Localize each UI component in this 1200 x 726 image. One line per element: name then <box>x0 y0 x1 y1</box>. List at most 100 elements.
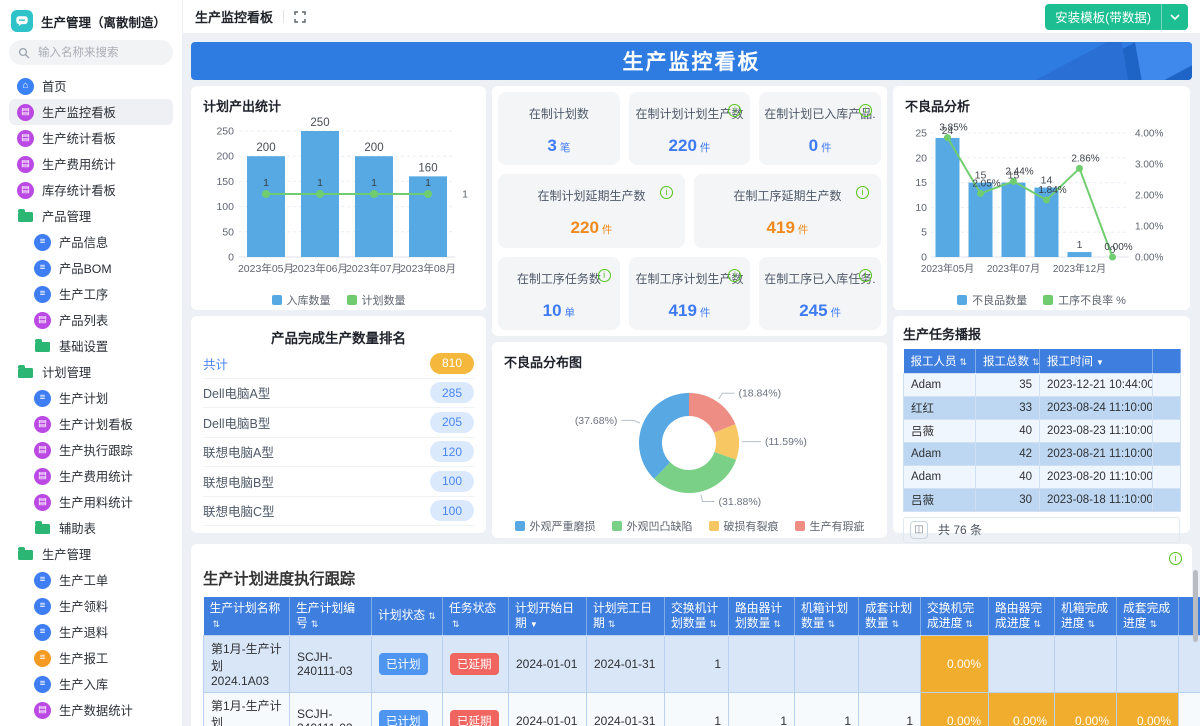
sidebar-item-21[interactable]: ≡生产退料 <box>9 619 173 645</box>
legend-swatch <box>347 295 357 305</box>
board-icon: ▤ <box>34 702 51 719</box>
sidebar-item-12[interactable]: ≡生产计划 <box>9 385 173 411</box>
sidebar-item-label: 生产执行跟踪 <box>59 441 133 459</box>
task-column-header-2[interactable]: 报工时间▼ <box>1040 349 1153 373</box>
svg-text:(11.59%): (11.59%) <box>765 436 807 448</box>
sidebar-item-4[interactable]: ▤库存统计看板 <box>9 177 173 203</box>
legend-label: 生产有瑕疵 <box>810 518 865 534</box>
tracking-header-row: 生产计划名称⇅生产计划编号⇅计划状态⇅任务状态⇅计划开始日期▼计划完工日期⇅交换… <box>204 597 1200 635</box>
sidebar-item-17[interactable]: 辅助表 <box>9 515 173 541</box>
tracking-column-header-5[interactable]: 计划完工日期⇅ <box>587 597 665 635</box>
doc-orange-icon: ≡ <box>34 650 51 667</box>
task-cell: 35 <box>976 373 1040 396</box>
sidebar-item-1[interactable]: ▤生产监控看板 <box>9 99 173 125</box>
task-cell: 40 <box>976 419 1040 442</box>
svg-text:250: 250 <box>216 126 234 138</box>
info-icon[interactable]: i <box>598 269 611 282</box>
tracking-column-header-4[interactable]: 计划开始日期▼ <box>509 597 587 635</box>
info-icon[interactable]: i <box>1169 552 1182 565</box>
tracking-column-header-0[interactable]: 生产计划名称⇅ <box>204 597 290 635</box>
info-icon[interactable]: i <box>856 186 869 199</box>
sidebar-item-label: 产品BOM <box>59 259 112 277</box>
sort-icon[interactable]: ⇅ <box>960 357 968 367</box>
defect-donut-chart: (18.84%)(11.59%)(31.88%)(37.68%) <box>504 373 875 513</box>
info-icon[interactable]: i <box>660 186 673 199</box>
sort-icon[interactable]: ⇅ <box>1033 619 1041 629</box>
tracking-column-header-10[interactable]: 交换机完成进度⇅ <box>921 597 989 635</box>
sort-icon[interactable]: ⇅ <box>709 619 717 629</box>
sidebar-item-23[interactable]: ≡生产入库 <box>9 671 173 697</box>
sidebar-item-label: 生产用料统计 <box>59 493 133 511</box>
sort-icon[interactable]: ⇅ <box>1088 619 1096 629</box>
sidebar-item-2[interactable]: ▤生产统计看板 <box>9 125 173 151</box>
tracking-column-header-8[interactable]: 机箱计划数量⇅ <box>795 597 859 635</box>
sidebar-item-5[interactable]: 产品管理 <box>9 203 173 229</box>
sort-icon[interactable]: ⇅ <box>311 619 319 629</box>
sidebar-item-15[interactable]: ▤生产费用统计 <box>9 463 173 489</box>
legend-swatch <box>515 521 525 531</box>
sidebar-item-22[interactable]: ≡生产报工 <box>9 645 173 671</box>
info-icon[interactable]: i <box>728 269 741 282</box>
svg-text:2023年08月: 2023年08月 <box>400 262 456 275</box>
tracking-column-header-13[interactable]: 成套完成进度⇅ <box>1117 597 1179 635</box>
sidebar-item-0[interactable]: ⌂首页 <box>9 73 173 99</box>
tracking-column-header-11[interactable]: 路由器完成进度⇅ <box>989 597 1055 635</box>
sidebar-item-18[interactable]: 生产管理 <box>9 541 173 567</box>
legend-item: 工序不良率 % <box>1043 292 1126 308</box>
tracking-column-header-6[interactable]: 交换机计划数量⇅ <box>665 597 729 635</box>
sort-icon[interactable]: ⇅ <box>428 611 436 621</box>
tracking-column-header-2[interactable]: 计划状态⇅ <box>372 597 443 635</box>
sort-icon[interactable]: ⇅ <box>213 619 221 629</box>
pagination-icon[interactable]: ◫ <box>910 521 928 539</box>
tracking-column-header-1[interactable]: 生产计划编号⇅ <box>290 597 372 635</box>
sort-desc-icon[interactable]: ▼ <box>1096 358 1104 367</box>
sidebar-item-10[interactable]: 基础设置 <box>9 333 173 359</box>
sort-icon[interactable]: ⇅ <box>1150 619 1158 629</box>
legend-label: 破损有裂痕 <box>724 518 779 534</box>
sidebar-item-16[interactable]: ▤生产用料统计 <box>9 489 173 515</box>
sidebar-item-19[interactable]: ≡生产工单 <box>9 567 173 593</box>
svg-text:0.00%: 0.00% <box>1135 253 1163 264</box>
ranking-label: 共计 <box>203 354 228 373</box>
task-cell: 2023-12-21 10:44:00 <box>1040 373 1153 396</box>
task-column-header-1[interactable]: 报工总数⇅ <box>976 349 1040 373</box>
sidebar-item-8[interactable]: ≡生产工序 <box>9 281 173 307</box>
sidebar-item-11[interactable]: 计划管理 <box>9 359 173 385</box>
sidebar-item-6[interactable]: ≡产品信息 <box>9 229 173 255</box>
sidebar-item-3[interactable]: ▤生产费用统计 <box>9 151 173 177</box>
task-cell: 吕薇 <box>904 419 976 442</box>
svg-text:0: 0 <box>921 252 927 264</box>
sort-icon[interactable]: ⇅ <box>892 619 900 629</box>
sort-icon[interactable]: ⇅ <box>1032 357 1040 367</box>
chevron-down-icon[interactable] <box>1162 13 1188 21</box>
task-column-header-0[interactable]: 报工人员⇅ <box>904 349 976 373</box>
tracking-column-header-9[interactable]: 成套计划数量⇅ <box>859 597 921 635</box>
stat-card-value: 245件 <box>799 301 841 321</box>
sidebar-item-14[interactable]: ▤生产执行跟踪 <box>9 437 173 463</box>
scrollbar-thumb[interactable] <box>1193 570 1198 642</box>
sort-icon[interactable]: ⇅ <box>828 619 836 629</box>
sidebar-item-13[interactable]: ▤生产计划看板 <box>9 411 173 437</box>
task-cell: 2023-08-24 11:10:00 <box>1040 396 1153 419</box>
sort-icon[interactable]: ⇅ <box>965 619 973 629</box>
svg-text:1: 1 <box>263 177 269 189</box>
sort-icon[interactable]: ⇅ <box>773 619 781 629</box>
install-template-button[interactable]: 安装模板(带数据) <box>1045 4 1188 30</box>
sidebar-item-9[interactable]: ▤产品列表 <box>9 307 173 333</box>
sort-icon[interactable]: ⇅ <box>452 619 460 629</box>
search-input[interactable] <box>36 46 154 60</box>
tracking-column-header-7[interactable]: 路由器计划数量⇅ <box>729 597 795 635</box>
sidebar-item-20[interactable]: ≡生产领料 <box>9 593 173 619</box>
tracking-column-header-3[interactable]: 任务状态⇅ <box>443 597 509 635</box>
sidebar-item-24[interactable]: ▤生产数据统计 <box>9 697 173 723</box>
sidebar-item-7[interactable]: ≡产品BOM <box>9 255 173 281</box>
legend-swatch <box>957 295 967 305</box>
info-icon[interactable]: i <box>859 269 872 282</box>
topbar-tab[interactable]: 生产监控看板 <box>195 7 273 26</box>
sort-icon[interactable]: ⇅ <box>608 619 616 629</box>
info-icon[interactable]: i <box>859 104 872 117</box>
fullscreen-icon[interactable] <box>294 11 306 23</box>
search-box[interactable] <box>9 40 173 65</box>
tracking-column-header-12[interactable]: 机箱完成进度⇅ <box>1055 597 1117 635</box>
sort-desc-icon[interactable]: ▼ <box>530 620 538 629</box>
